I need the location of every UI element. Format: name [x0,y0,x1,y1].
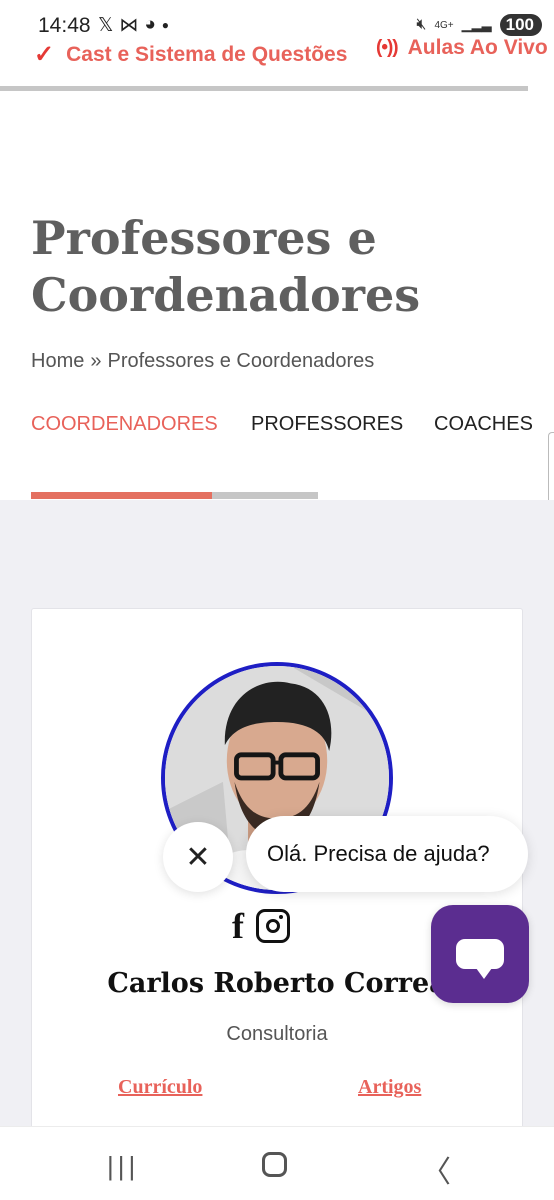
breadcrumb-current: Professores e Coordenadores [107,350,375,372]
signal-icon: ▁▂▃ [461,17,492,32]
social-links: f [232,906,290,946]
breadcrumb-home[interactable]: Home [31,350,84,373]
chat-greeting-text: Olá. Precisa de ajuda? [267,841,490,866]
breadcrumb: Home » Professores e Coordenadores [31,350,374,373]
chat-launcher-button[interactable] [431,905,529,1003]
system-nav-bar: ||| 〈 [0,1126,554,1200]
x-icon: 𝕏 [98,15,114,36]
close-icon: ✕ [185,840,211,874]
home-icon[interactable] [262,1152,287,1177]
mute-icon: 🔇︎ [416,16,427,33]
live-classes-link[interactable]: (•)) Aulas Ao Vivo [376,36,548,60]
discord-icon: ◕ [144,14,156,35]
back-icon[interactable]: 〈 [421,1147,451,1191]
chat-icon [456,939,504,979]
chat-close-button[interactable]: ✕ [163,822,233,892]
tabs: COORDENADORES PROFESSORES COACHES [0,410,554,500]
dot-icon: ● [161,18,170,32]
top-links: ✓ Cast e Sistema de Questões (•)) Aulas … [0,36,554,72]
breadcrumb-separator: » [90,350,102,372]
chat-greeting-bubble[interactable]: Olá. Precisa de ajuda? [246,816,528,892]
tab-coaches[interactable]: COACHES [434,413,533,436]
live-link-label: Aulas Ao Vivo [407,36,548,59]
cast-link-label: Cast e Sistema de Questões [66,42,348,66]
broadcast-icon: (•)) [376,37,399,58]
person-role: Consultoria [226,1023,328,1045]
artigos-link[interactable]: Artigos [358,1076,421,1099]
battery-level: 100 [505,15,534,34]
battery-indicator: 100 [499,14,542,36]
instagram-icon[interactable] [256,909,290,943]
cast-link[interactable]: ✓ Cast e Sistema de Questões [34,40,347,69]
tab-coordenadores[interactable]: COORDENADORES [31,413,218,436]
check-icon: ✓ [34,41,55,68]
curriculo-link[interactable]: Currículo [118,1076,202,1099]
top-divider [0,86,528,91]
recent-apps-icon[interactable]: ||| [107,1151,139,1182]
tab-active-indicator [31,492,212,499]
facebook-icon[interactable]: f [232,906,244,946]
status-time: 14:48 [38,14,91,37]
notification-icons: 𝕏 ⋈ ◕ ● [98,14,169,37]
network-label: 4G+ [434,19,454,31]
page-title: Professores e Coordenadores [31,211,421,322]
capcut-icon: ⋈ [119,15,139,36]
system-status: 🔇︎ 4G+ ▁▂▃ 100 [416,14,542,36]
tab-professores[interactable]: PROFESSORES [251,413,403,436]
